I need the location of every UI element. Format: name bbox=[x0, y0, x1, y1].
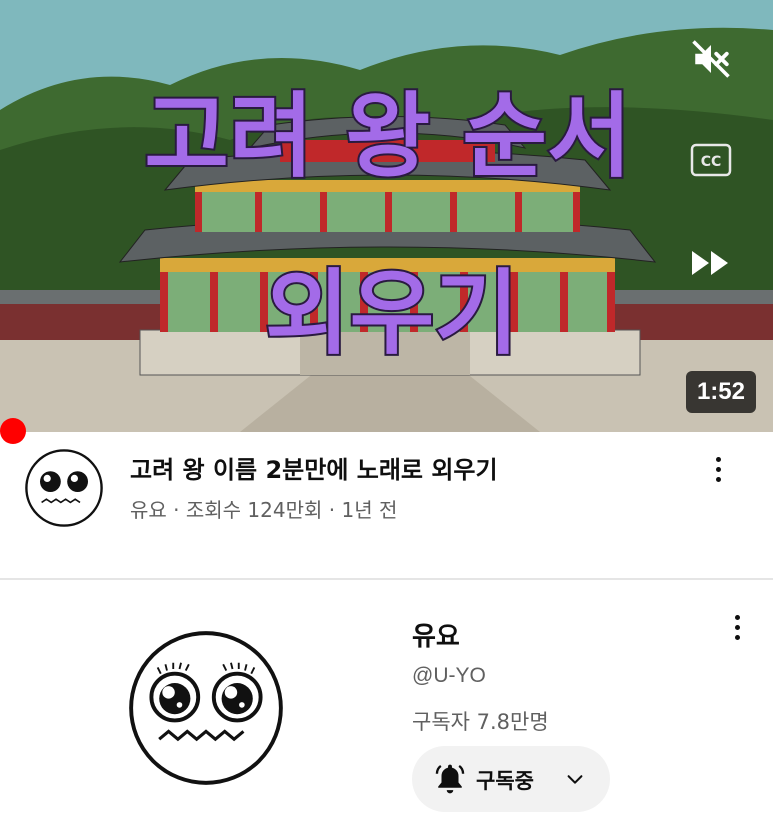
duration-badge: 1:52 bbox=[685, 371, 756, 413]
video-title[interactable]: 고려 왕 이름 2분만에 노래로 외우기 bbox=[130, 450, 498, 485]
video-more-icon[interactable] bbox=[703, 450, 733, 490]
video-info[interactable]: 고려 왕 이름 2분만에 노래로 외우기 유요 · 조회수 124만회 · 1년… bbox=[0, 440, 773, 578]
chevron-down-icon bbox=[564, 768, 586, 794]
video-thumbnail[interactable]: 고려 왕 순서 외우기 CC 1:52 bbox=[0, 0, 773, 432]
channel-avatar[interactable] bbox=[128, 630, 284, 786]
subscriber-count: 구독자 7.8만명 bbox=[412, 710, 549, 734]
captions-icon[interactable]: CC bbox=[688, 140, 734, 180]
palace-illustration bbox=[0, 0, 773, 432]
mute-icon[interactable] bbox=[688, 36, 734, 82]
bell-icon bbox=[434, 762, 466, 800]
svg-text:CC: CC bbox=[701, 154, 722, 170]
divider bbox=[0, 578, 773, 580]
skip-forward-icon[interactable] bbox=[688, 243, 734, 283]
channel-name[interactable]: 유요 bbox=[412, 616, 460, 653]
channel-handle: @U-YO bbox=[412, 664, 486, 687]
subscribed-button[interactable]: 구독중 bbox=[412, 746, 610, 812]
subscribed-label: 구독중 bbox=[476, 769, 534, 793]
channel-more-icon[interactable] bbox=[722, 608, 752, 648]
channel-avatar-small[interactable] bbox=[24, 448, 104, 528]
video-meta: 유요 · 조회수 124만회 · 1년 전 bbox=[130, 498, 398, 522]
